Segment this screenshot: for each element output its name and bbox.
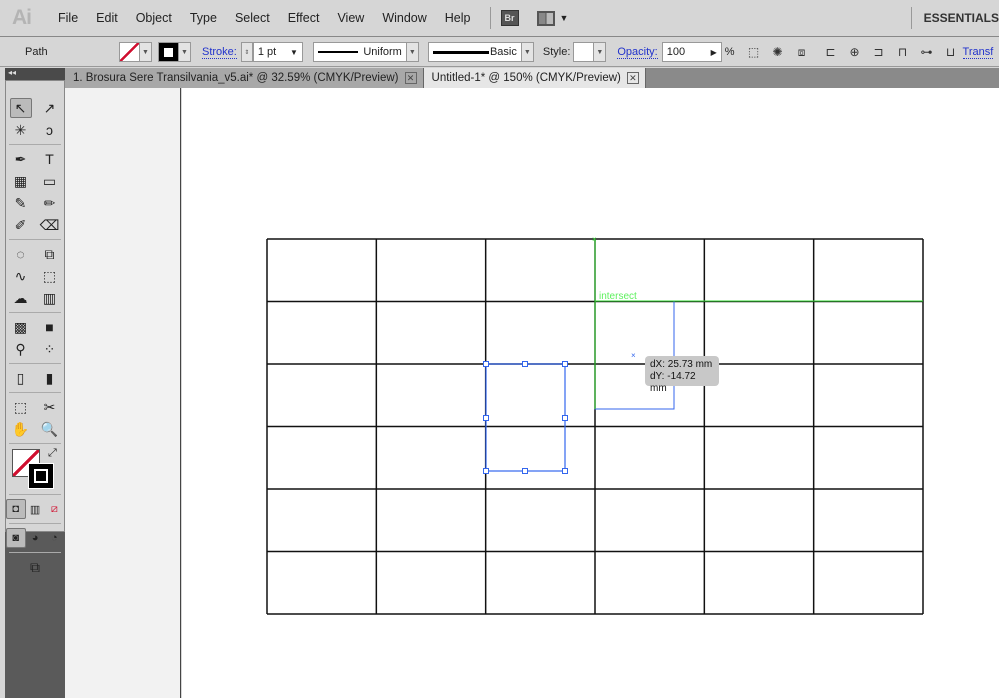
selection-handle xyxy=(562,468,568,474)
canvas-artwork[interactable]: ×× xyxy=(0,0,999,698)
selection-handle xyxy=(522,468,528,474)
smart-guide-label: intersect xyxy=(599,291,637,302)
delta-x: dX: 25.73 mm xyxy=(650,359,713,370)
guide-anchor-mark: × xyxy=(592,235,597,244)
selection-handle xyxy=(562,361,568,367)
selection-handle xyxy=(483,415,489,421)
move-delta-tooltip: dX: 25.73 mm dY: -14.72 mm xyxy=(645,356,719,394)
selection-handle xyxy=(562,415,568,421)
selection-handle xyxy=(483,468,489,474)
selection-handle xyxy=(522,361,528,367)
selected-rectangle xyxy=(485,363,566,472)
selection-handle xyxy=(483,361,489,367)
delta-y: dY: -14.72 mm xyxy=(650,371,696,394)
center-point-mark: × xyxy=(631,351,636,360)
